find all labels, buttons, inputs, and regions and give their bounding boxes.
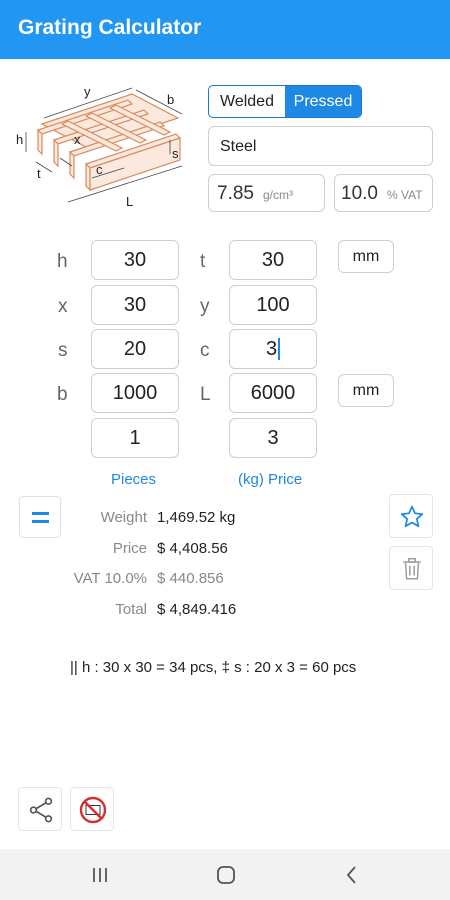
vat-unit: % VAT [387,188,423,202]
share-button[interactable] [18,787,62,831]
result-weight-value: 1,469.52 kg [157,509,236,526]
back-icon[interactable] [338,861,366,889]
diagram-label-h: h [16,132,23,147]
grating-diagram-graphic: y b h x s t c L [16,84,183,209]
vat-value: 10.0 [341,183,378,204]
app-screen: Grating Calculator y b h x s t c L Welde… [0,0,450,900]
toggle-welded[interactable]: Welded [209,86,285,117]
unit-selector-bottom[interactable]: mm [338,374,394,407]
grating-diagram: y b h x s t c L [12,82,192,217]
equals-icon [32,512,49,515]
diagram-label-b: b [167,92,174,107]
result-total-value: $ 4,849.416 [157,601,237,618]
input-pieces[interactable]: 1 [91,418,179,458]
label-y: y [200,296,210,317]
delete-button[interactable] [389,546,433,590]
material-field[interactable]: Steel [208,126,433,166]
favorite-button[interactable] [389,494,433,538]
input-c[interactable]: 3 [229,329,317,369]
material-value: Steel [220,138,257,155]
input-t[interactable]: 30 [229,240,317,280]
input-s[interactable]: 20 [91,329,179,369]
density-unit: g/cm³ [263,188,293,202]
input-L[interactable]: 6000 [229,373,317,413]
result-vat-label: VAT 10.0% [73,570,147,587]
calculate-button[interactable] [19,496,61,538]
system-nav-bar [0,849,450,900]
diagram-label-y: y [84,84,91,99]
text-cursor [278,338,281,360]
result-vat-value: $ 440.856 [157,570,224,587]
input-y[interactable]: 100 [229,285,317,325]
star-icon [400,505,424,528]
result-weight-label: Weight [100,509,147,526]
label-b: b [57,384,68,405]
app-title: Grating Calculator [18,16,202,39]
label-L: L [200,384,211,405]
input-h[interactable]: 30 [91,240,179,280]
input-b[interactable]: 1000 [91,373,179,413]
remove-ads-button[interactable] [70,787,114,831]
input-c-value: 3 [265,337,278,360]
piece-count-formula: || h : 30 x 30 = 34 pcs, ‡ s : 20 x 3 = … [70,659,357,676]
result-price-value: $ 4,408.56 [157,540,228,557]
label-c: c [200,340,210,361]
label-s: s [58,340,68,361]
diagram-label-c: c [96,162,103,177]
diagram-label-x: x [74,132,81,147]
toggle-pressed[interactable]: Pressed [285,86,361,117]
density-value: 7.85 [217,183,254,204]
grating-type-toggle: Welded Pressed [208,85,362,118]
result-price-label: Price [112,540,147,557]
input-x[interactable]: 30 [91,285,179,325]
caption-price: (kg) Price [238,471,303,488]
label-t: t [200,251,206,272]
app-bar: Grating Calculator [0,0,450,59]
share-icon [29,797,53,823]
vat-field[interactable]: 10.0 % VAT [334,174,433,212]
recents-icon[interactable] [86,861,114,889]
no-ads-icon [79,796,107,824]
result-total-label: Total [115,601,147,618]
label-h: h [57,251,68,272]
unit-selector-top[interactable]: mm [338,240,394,273]
trash-icon [403,557,421,580]
diagram-label-t: t [37,166,41,181]
input-price[interactable]: 3 [229,418,317,458]
density-field[interactable]: 7.85 g/cm³ [208,174,325,212]
label-x: x [58,296,68,317]
caption-pieces: Pieces [111,471,157,488]
diagram-label-L: L [126,194,133,209]
home-icon[interactable] [212,861,240,889]
diagram-label-s: s [172,146,179,161]
